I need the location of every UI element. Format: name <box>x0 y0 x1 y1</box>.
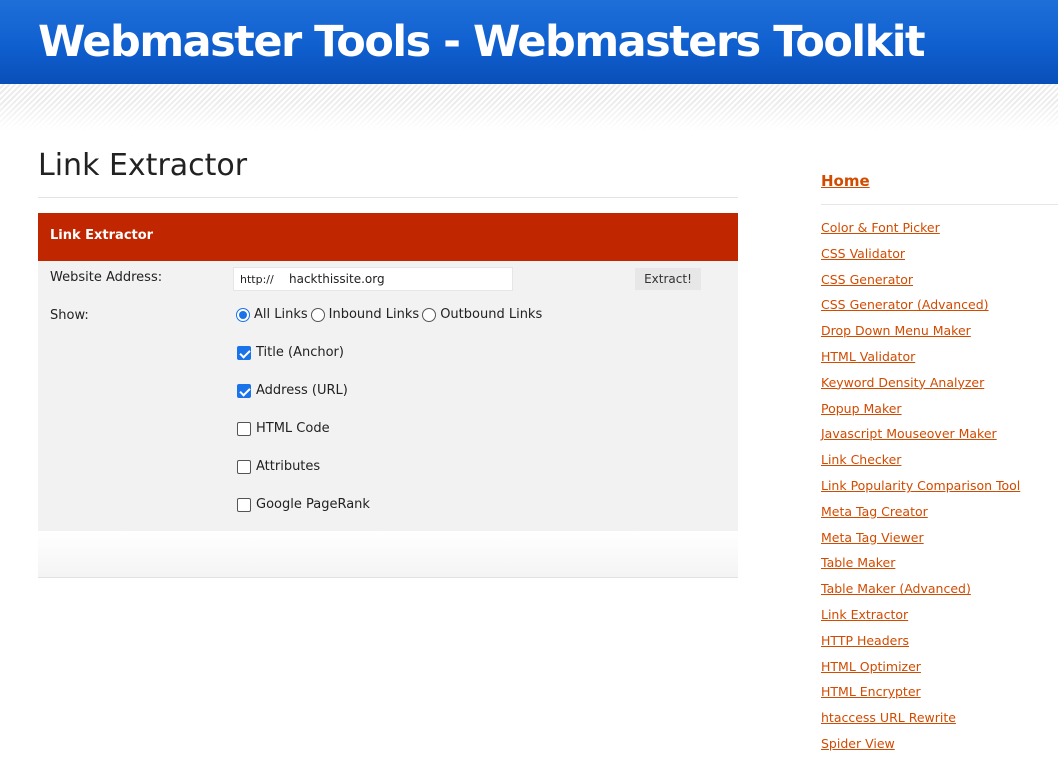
list-item: HTML Encrypter <box>821 681 1020 707</box>
sidebar-link-html-optimizer[interactable]: HTML Optimizer <box>821 659 921 674</box>
sidebar-link-link-popularity-comparison-tool[interactable]: Link Popularity Comparison Tool <box>821 478 1020 493</box>
checkbox-title-anchor-label[interactable]: Title (Anchor) <box>256 345 344 360</box>
list-item: Spider View <box>821 733 1020 759</box>
show-label: Show: <box>50 308 89 323</box>
sidebar-link-html-encrypter[interactable]: HTML Encrypter <box>821 684 921 699</box>
sidebar-link-css-generator-advanced[interactable]: CSS Generator (Advanced) <box>821 297 989 312</box>
sidebar-link-html-validator[interactable]: HTML Validator <box>821 349 915 364</box>
sidebar-link-link-extractor[interactable]: Link Extractor <box>821 607 908 622</box>
sidebar-link-css-generator[interactable]: CSS Generator <box>821 272 913 287</box>
form-header: Link Extractor <box>38 213 738 261</box>
list-item: Table Maker <box>821 552 1020 578</box>
radio-all-links-label[interactable]: All Links <box>254 307 308 322</box>
form-header-title: Link Extractor <box>50 228 154 243</box>
list-item: Meta Tag Creator <box>821 501 1020 527</box>
sidebar-link-meta-tag-creator[interactable]: Meta Tag Creator <box>821 504 928 519</box>
sidebar-link-table-maker[interactable]: Table Maker <box>821 555 895 570</box>
checkbox-google-pagerank[interactable] <box>237 497 251 512</box>
list-item: Link Checker <box>821 449 1020 475</box>
site-banner: Webmaster Tools - Webmasters Toolkit <box>0 0 1058 84</box>
list-item: Color & Font Picker <box>821 217 1020 243</box>
checkbox-html-code-label[interactable]: HTML Code <box>256 421 330 436</box>
radio-inbound-links[interactable] <box>310 307 325 322</box>
checkbox-attributes-label[interactable]: Attributes <box>256 459 320 474</box>
show-options-radio-group: All Links Inbound Links Outbound Links <box>236 307 542 322</box>
url-prefix: http:// <box>240 273 274 286</box>
checkbox-google-pagerank-row[interactable]: Google PageRank <box>237 497 370 512</box>
sidebar-link-http-headers[interactable]: HTTP Headers <box>821 633 909 648</box>
sidebar-tool-list: Color & Font Picker CSS Validator CSS Ge… <box>821 217 1020 759</box>
sidebar-link-color-font-picker[interactable]: Color & Font Picker <box>821 220 940 235</box>
checkbox-title-anchor-row[interactable]: Title (Anchor) <box>237 345 344 360</box>
list-item: CSS Validator <box>821 243 1020 269</box>
list-item: CSS Generator (Advanced) <box>821 294 1020 320</box>
checkbox-html-code-row[interactable]: HTML Code <box>237 421 330 436</box>
sidebar-link-link-checker[interactable]: Link Checker <box>821 452 901 467</box>
list-item: htaccess URL Rewrite <box>821 707 1020 733</box>
website-address-label: Website Address: <box>50 270 163 285</box>
list-item: Javascript Mouseover Maker <box>821 423 1020 449</box>
list-item: Link Extractor <box>821 604 1020 630</box>
sidebar-home-link[interactable]: Home <box>821 172 870 190</box>
sidebar-link-htaccess-url-rewrite[interactable]: htaccess URL Rewrite <box>821 710 956 725</box>
checkbox-attributes-row[interactable]: Attributes <box>237 459 320 474</box>
list-item: Keyword Density Analyzer <box>821 372 1020 398</box>
sidebar-link-popup-maker[interactable]: Popup Maker <box>821 401 902 416</box>
sidebar-divider <box>821 204 1058 205</box>
url-field[interactable]: http:// <box>233 267 513 291</box>
list-item: CSS Generator <box>821 269 1020 295</box>
sidebar-link-css-validator[interactable]: CSS Validator <box>821 246 905 261</box>
url-input[interactable] <box>289 270 504 287</box>
sidebar-link-meta-tag-viewer[interactable]: Meta Tag Viewer <box>821 530 924 545</box>
list-item: HTTP Headers <box>821 630 1020 656</box>
list-item: Popup Maker <box>821 398 1020 424</box>
list-item: Meta Tag Viewer <box>821 527 1020 553</box>
list-item: HTML Optimizer <box>821 656 1020 682</box>
checkbox-html-code[interactable] <box>237 421 251 436</box>
site-title: Webmaster Tools - Webmasters Toolkit <box>38 17 926 67</box>
sidebar-link-javascript-mouseover-maker[interactable]: Javascript Mouseover Maker <box>821 426 997 441</box>
list-item: Link Popularity Comparison Tool <box>821 475 1020 501</box>
extract-button[interactable]: Extract! <box>635 268 701 290</box>
link-extractor-form: Link Extractor Website Address: http:// … <box>38 213 738 531</box>
list-item: HTML Validator <box>821 346 1020 372</box>
radio-outbound-links-label[interactable]: Outbound Links <box>440 307 542 322</box>
checkbox-attributes[interactable] <box>237 459 251 474</box>
radio-all-links[interactable] <box>236 307 250 322</box>
sidebar-link-drop-down-menu-maker[interactable]: Drop Down Menu Maker <box>821 323 971 338</box>
sidebar-link-keyword-density-analyzer[interactable]: Keyword Density Analyzer <box>821 375 984 390</box>
checkbox-address-url[interactable] <box>237 383 251 398</box>
checkbox-address-url-row[interactable]: Address (URL) <box>237 383 348 398</box>
checkbox-title-anchor[interactable] <box>237 345 251 360</box>
list-item: Table Maker (Advanced) <box>821 578 1020 604</box>
decorative-stripe <box>0 84 1058 130</box>
title-divider <box>38 197 738 198</box>
checkbox-google-pagerank-label[interactable]: Google PageRank <box>256 497 370 512</box>
radio-outbound-links[interactable] <box>422 307 437 322</box>
checkbox-address-url-label[interactable]: Address (URL) <box>256 383 348 398</box>
list-item: Drop Down Menu Maker <box>821 320 1020 346</box>
sidebar-link-table-maker-advanced[interactable]: Table Maker (Advanced) <box>821 581 971 596</box>
radio-inbound-links-label[interactable]: Inbound Links <box>329 307 420 322</box>
page-title: Link Extractor <box>38 148 248 183</box>
form-footer <box>38 531 738 578</box>
